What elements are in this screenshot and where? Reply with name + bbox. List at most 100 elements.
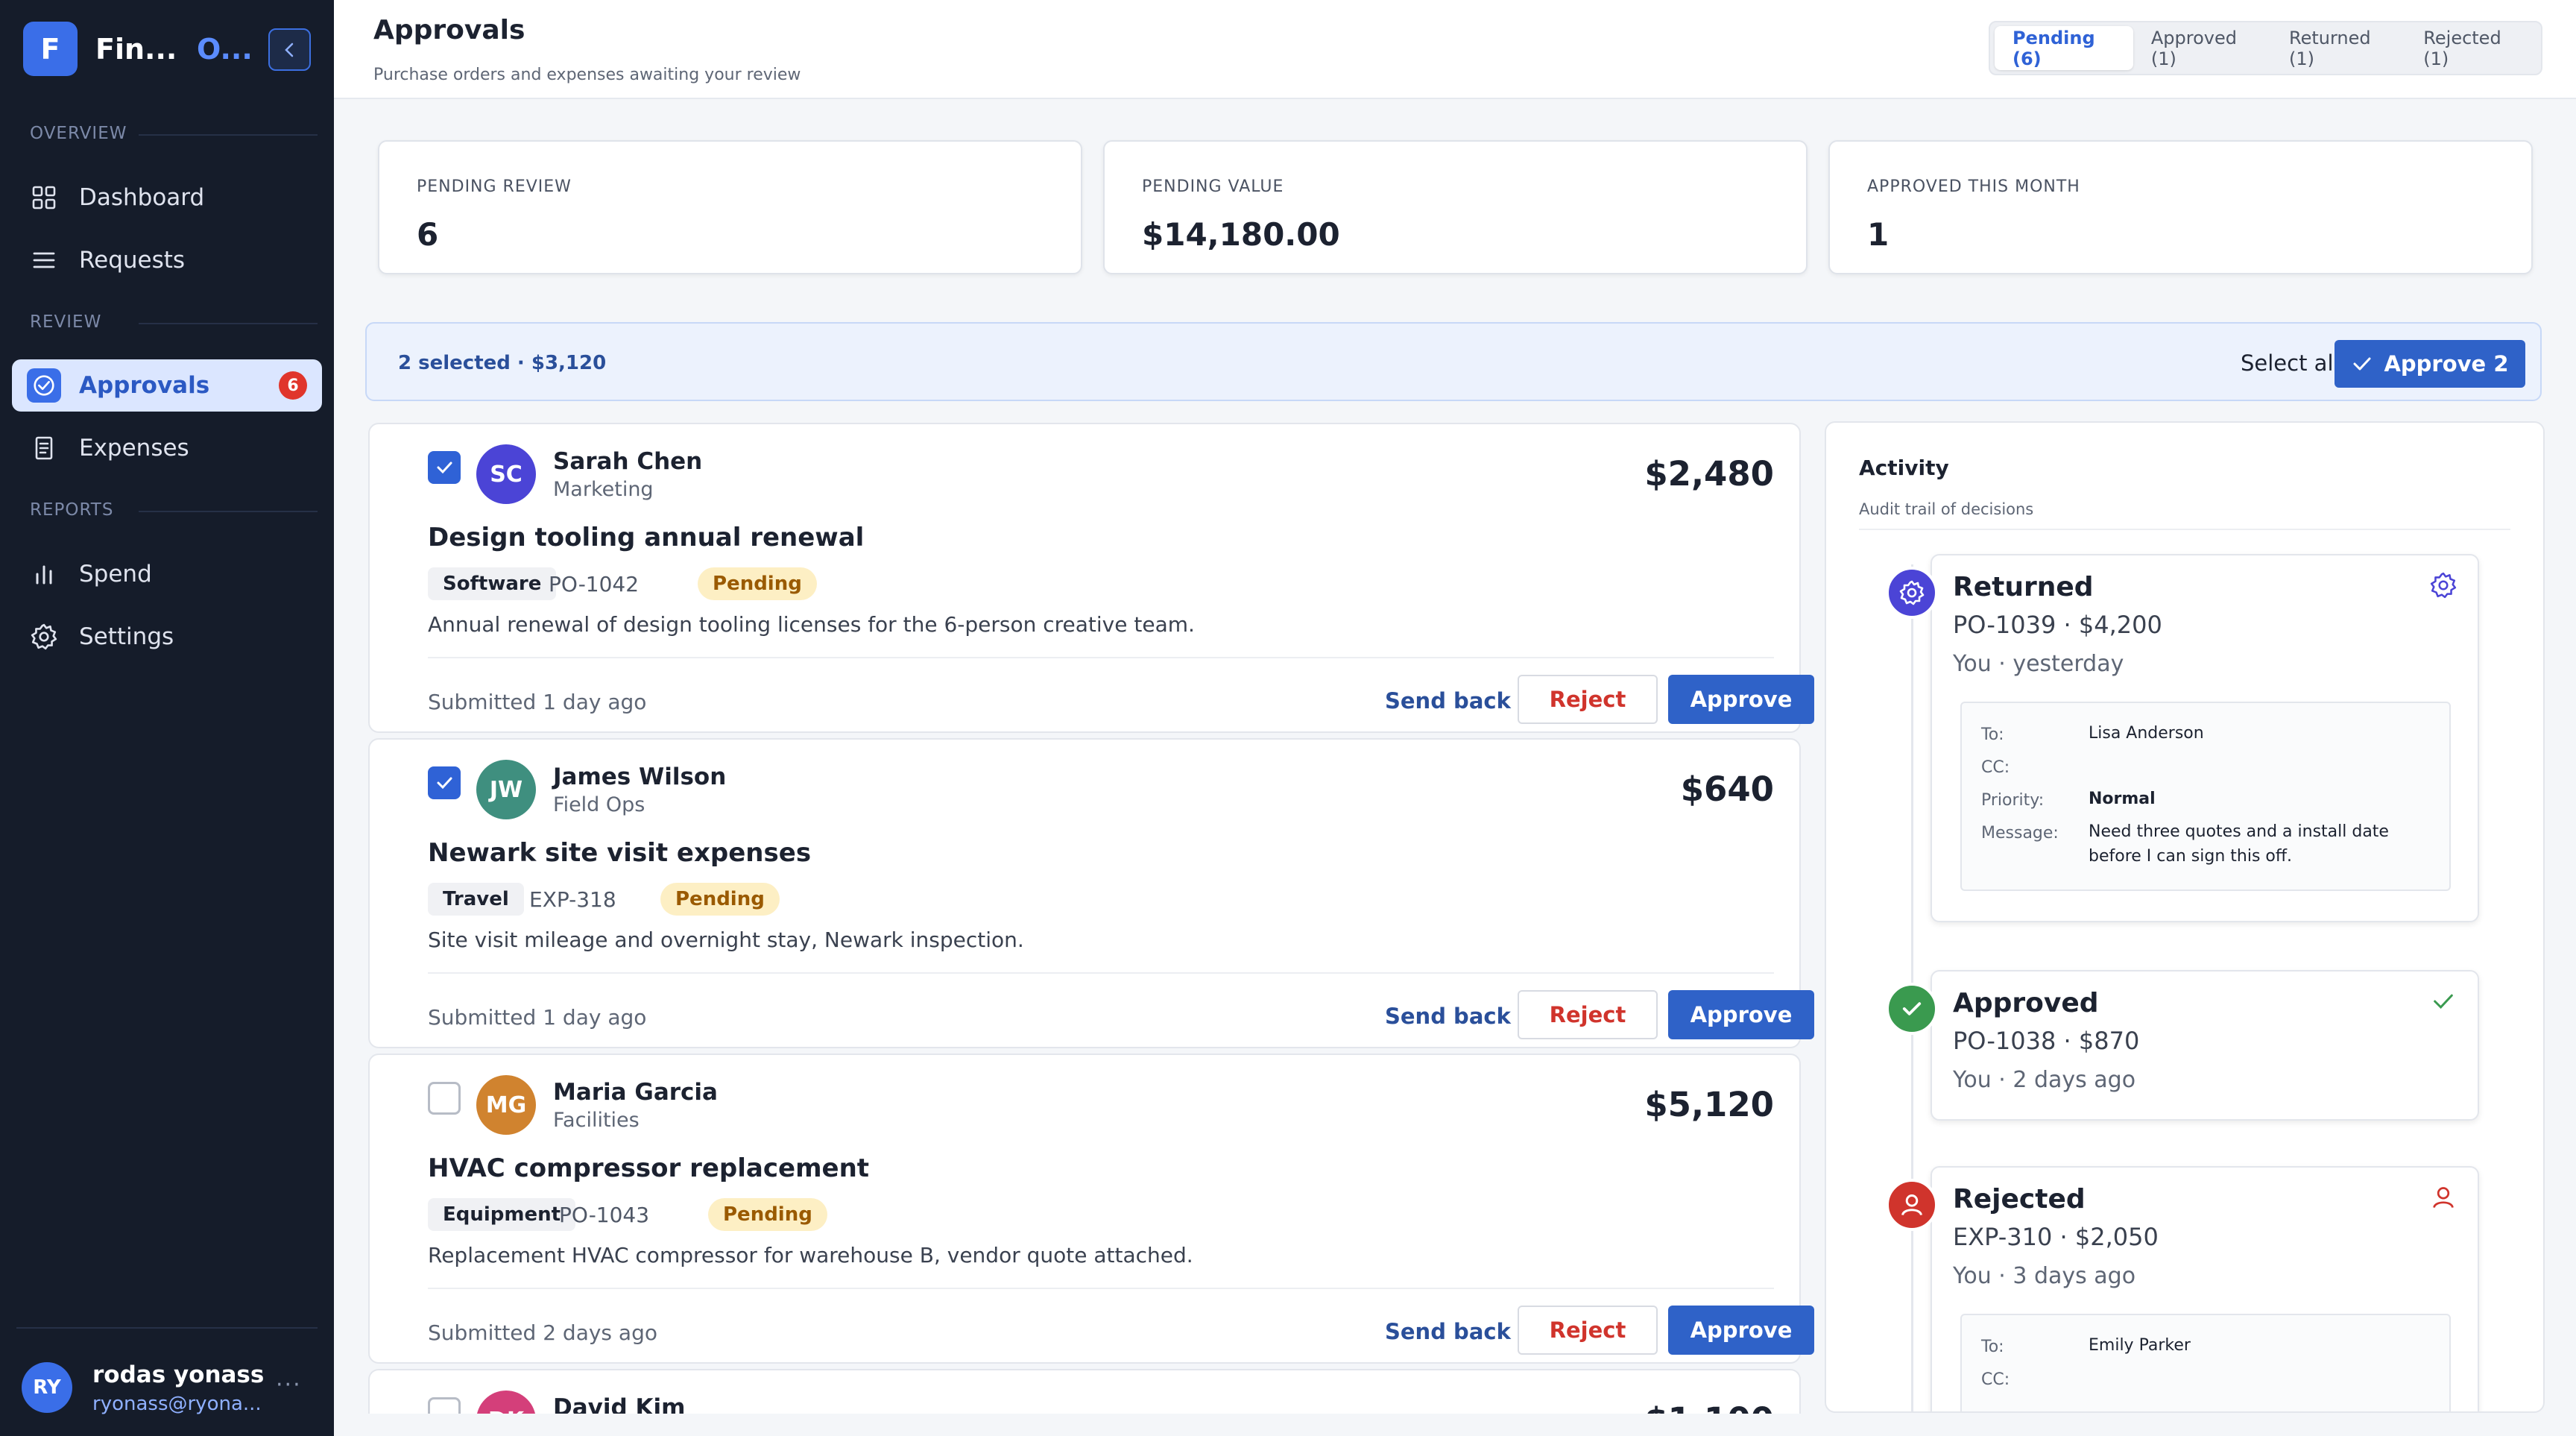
app-window: F Fin... O... OVERVIEW Dashboard Request…: [0, 0, 2576, 1436]
user-name: rodas yonass: [92, 1361, 265, 1388]
approved-event-icon: [1886, 983, 1938, 1035]
activity-title: Activity: [1859, 456, 1949, 480]
returned-event-icon: [1886, 567, 1938, 619]
submitted-time: Submitted 1 day ago: [428, 690, 647, 714]
reject-button[interactable]: Reject: [1518, 990, 1658, 1039]
tab-rejected[interactable]: Rejected (1): [2405, 26, 2536, 70]
request-amount: $2,480: [1644, 454, 1774, 494]
select-checkbox[interactable]: [428, 1397, 461, 1414]
status-badge: Pending: [660, 883, 780, 916]
sidebar-item-label: Approvals: [79, 372, 210, 399]
selection-bar: 2 selected · $3,120 Select all Approve 2: [365, 322, 2542, 401]
reject-button[interactable]: Reject: [1518, 1306, 1658, 1355]
stat-value: 6: [417, 216, 439, 253]
org-name[interactable]: O...: [197, 33, 253, 66]
sidebar-item-settings[interactable]: Settings: [12, 611, 322, 663]
sidebar-item-requests[interactable]: Requests: [12, 234, 322, 286]
divider: [16, 1327, 318, 1329]
request-amount: $1,100: [1644, 1400, 1774, 1414]
avatar: SC: [476, 444, 536, 504]
requester-name: David Kim: [553, 1394, 686, 1414]
select-checkbox[interactable]: [428, 451, 461, 484]
activity-event[interactable]: Returned PO-1039 · $4,200 You · yesterda…: [1931, 554, 2479, 922]
submitted-time: Submitted 2 days ago: [428, 1320, 657, 1345]
page-title: Approvals: [373, 15, 525, 45]
event-actor-time: You · 3 days ago: [1953, 1263, 2136, 1289]
select-checkbox[interactable]: [428, 766, 461, 799]
category-tag: Software: [428, 567, 557, 600]
requester-department: Facilities: [553, 1109, 640, 1132]
tab-returned[interactable]: Returned (1): [2271, 26, 2405, 70]
select-all-button[interactable]: Select all: [2241, 350, 2340, 376]
request-ref: PO-1043: [559, 1203, 650, 1227]
check-icon: [2428, 986, 2458, 1016]
sidebar-item-dashboard[interactable]: Dashboard: [12, 171, 322, 224]
sidebar-item-approvals[interactable]: Approvals 6: [12, 359, 322, 412]
select-checkbox[interactable]: [428, 1082, 461, 1115]
stat-value: $14,180.00: [1142, 216, 1340, 253]
divider: [428, 1288, 1774, 1289]
tab-pending[interactable]: Pending (6): [1995, 26, 2133, 70]
divider: [139, 323, 318, 324]
status-tabs: Pending (6) Approved (1) Returned (1) Re…: [1989, 21, 2542, 75]
request-card: SC Sarah Chen Marketing $2,480 Design to…: [368, 423, 1814, 733]
user-icon: [2428, 1183, 2458, 1212]
avatar: MG: [476, 1075, 536, 1135]
rejected-event-icon: [1886, 1179, 1938, 1231]
approve-button[interactable]: Approve: [1668, 990, 1814, 1039]
list-icon: [27, 243, 61, 277]
bulk-approve-button[interactable]: Approve 2: [2334, 340, 2525, 388]
approve-button[interactable]: Approve: [1668, 1306, 1814, 1355]
stat-value: 1: [1867, 216, 1890, 253]
app-logo[interactable]: F: [23, 22, 78, 76]
grid-icon: [27, 180, 61, 215]
sidebar: F Fin... O... OVERVIEW Dashboard Request…: [0, 0, 334, 1436]
message-label: Message:: [1981, 824, 2059, 843]
bulk-approve-label: Approve 2: [2384, 351, 2509, 377]
count-badge: 6: [279, 371, 307, 400]
page-header: Approvals Purchase orders and expenses a…: [334, 0, 2576, 99]
sidebar-item-label: Expenses: [79, 435, 189, 462]
reject-button[interactable]: Reject: [1518, 675, 1658, 724]
event-status: Approved: [1953, 988, 2099, 1018]
more-options-button[interactable]: ···: [276, 1372, 302, 1398]
section-review: REVIEW: [30, 312, 102, 332]
collapse-sidebar-button[interactable]: [268, 28, 311, 71]
event-ref: EXP-310 · $2,050: [1953, 1223, 2159, 1251]
avatar: JW: [476, 760, 536, 819]
status-badge: Pending: [708, 1198, 827, 1231]
sidebar-item-label: Requests: [79, 247, 186, 274]
sidebar-item-label: Settings: [79, 623, 174, 650]
stat-card-approved-this-month: APPROVED THIS MONTH 1: [1828, 140, 2533, 274]
message-value: Need three quotes and a install date bef…: [2089, 822, 2389, 866]
message-details: To: Emily Parker CC:: [1960, 1314, 2451, 1411]
check-circle-icon: [27, 368, 61, 403]
tab-approved[interactable]: Approved (1): [2133, 26, 2271, 70]
gear-icon: [1899, 580, 1925, 605]
stat-card-pending-review: PENDING REVIEW 6: [378, 140, 1082, 274]
divider: [428, 972, 1774, 974]
selection-summary: 2 selected · $3,120: [398, 352, 607, 374]
divider: [139, 134, 318, 136]
activity-panel: Activity Audit trail of decisions Return…: [1825, 421, 2545, 1413]
stat-label: PENDING VALUE: [1142, 177, 1284, 196]
sidebar-item-expenses[interactable]: Expenses: [12, 422, 322, 474]
activity-event[interactable]: Rejected EXP-310 · $2,050 You · 3 days a…: [1931, 1166, 2479, 1411]
send-back-button[interactable]: Send back: [1385, 1319, 1511, 1344]
send-back-button[interactable]: Send back: [1385, 688, 1511, 714]
cc-label: CC:: [1981, 1370, 2010, 1389]
divider: [139, 511, 318, 512]
user-icon: [1901, 1194, 1922, 1216]
main-content: Approvals Purchase orders and expenses a…: [334, 0, 2576, 1436]
send-back-button[interactable]: Send back: [1385, 1004, 1511, 1029]
chevron-left-icon: [284, 42, 293, 57]
section-reports: REPORTS: [30, 500, 114, 520]
divider: [1859, 529, 2510, 530]
sidebar-item-spend[interactable]: Spend: [12, 548, 322, 600]
avatar[interactable]: RY: [22, 1362, 72, 1413]
category-tag: Travel: [428, 883, 524, 916]
requester-department: Marketing: [553, 478, 654, 501]
approve-button[interactable]: Approve: [1668, 675, 1814, 724]
bar-chart-icon: [27, 557, 61, 591]
activity-event[interactable]: Approved PO-1038 · $870 You · 2 days ago: [1931, 970, 2479, 1121]
